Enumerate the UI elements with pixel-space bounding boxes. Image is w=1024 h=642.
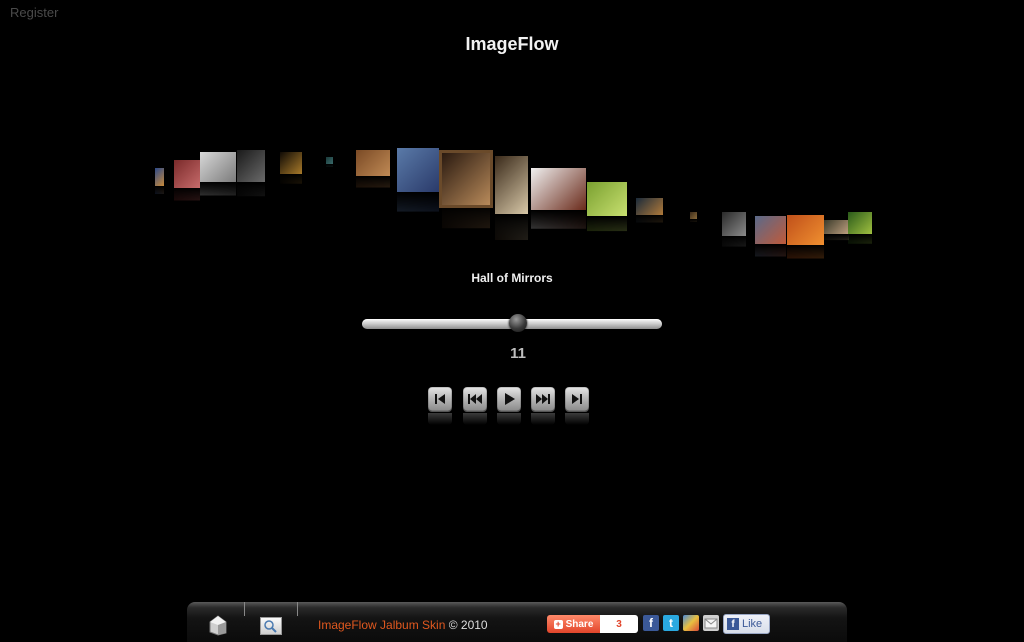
fast-forward-icon <box>536 394 550 404</box>
like-label: Like <box>742 618 763 630</box>
share-label: Share <box>565 618 594 630</box>
facebook-like-button[interactable]: f Like <box>723 614 770 634</box>
thumbnail[interactable] <box>824 220 849 241</box>
thumbnail[interactable] <box>326 157 333 168</box>
next-button[interactable] <box>531 387 555 411</box>
bookmark-icon[interactable] <box>683 615 699 631</box>
page-title: ImageFlow <box>465 34 559 54</box>
thumbnail-reflection <box>200 182 236 196</box>
thumbnail-reflection <box>174 188 200 201</box>
thumbnail-reflection <box>690 219 697 223</box>
play-icon <box>505 393 515 405</box>
credit-link[interactable]: ImageFlow Jalbum Skin <box>318 618 445 632</box>
play-button[interactable] <box>497 387 521 411</box>
thumbnail[interactable] <box>155 168 164 195</box>
thumbnail[interactable] <box>174 160 200 201</box>
email-icon[interactable] <box>703 615 719 631</box>
thumbnail-reflection <box>326 164 333 168</box>
thumbnail[interactable] <box>722 212 746 247</box>
credit-copyright: © 2010 <box>445 618 488 632</box>
rewind-icon <box>468 394 482 404</box>
thumbnail[interactable] <box>237 150 265 197</box>
thumbnail[interactable] <box>495 156 528 241</box>
button-reflection <box>565 413 589 425</box>
facebook-logo-icon: f <box>727 618 739 630</box>
thumbnail-reflection <box>722 236 746 247</box>
thumbnail[interactable] <box>636 198 663 223</box>
skip-first-icon <box>435 394 445 404</box>
share-count: 3 <box>600 615 638 633</box>
thumbnail-reflection <box>155 186 164 195</box>
thumbnail-reflection <box>787 245 824 259</box>
skip-last-icon <box>572 394 582 404</box>
image-counter: 11 <box>510 345 526 362</box>
register-link[interactable]: Register <box>10 5 58 20</box>
magnifier-icon <box>264 620 277 633</box>
footer-divider <box>297 602 298 616</box>
thumbnail-reflection <box>636 215 663 223</box>
button-reflection <box>428 413 452 425</box>
thumbnail[interactable] <box>755 216 786 257</box>
playback-controls <box>428 387 598 437</box>
image-flow-carousel[interactable] <box>0 140 1024 260</box>
plus-icon: + <box>553 618 563 629</box>
thumbnail[interactable] <box>531 168 586 229</box>
facebook-icon[interactable]: f <box>643 615 659 631</box>
image-caption: Hall of Mirrors <box>471 271 553 285</box>
previous-button[interactable] <box>463 387 487 411</box>
home-icon[interactable] <box>208 614 228 636</box>
thumbnail-reflection <box>824 234 849 241</box>
button-reflection <box>531 413 555 425</box>
thumbnail[interactable] <box>787 215 824 259</box>
thumbnail-reflection <box>531 210 586 229</box>
thumbnail[interactable] <box>280 152 302 184</box>
button-reflection <box>463 413 487 425</box>
share-widget[interactable]: + Share 3 <box>547 615 638 633</box>
thumbnail-reflection <box>356 176 390 188</box>
envelope-icon <box>704 618 718 629</box>
thumbnail[interactable] <box>439 150 493 229</box>
thumbnail-reflection <box>280 174 302 184</box>
share-button[interactable]: + Share <box>547 615 600 633</box>
last-button[interactable] <box>565 387 589 411</box>
thumbnail-reflection <box>848 234 872 244</box>
button-reflection <box>497 413 521 425</box>
page: Register ImageFlow Hall of Mirrors 11 Im… <box>0 0 1024 642</box>
thumbnail-reflection <box>755 244 786 257</box>
thumbnail[interactable] <box>200 152 236 196</box>
footer-credit: ImageFlow Jalbum Skin © 2010 <box>318 618 488 632</box>
thumbnail[interactable] <box>848 212 872 244</box>
twitter-icon[interactable]: t <box>663 615 679 631</box>
thumbnail-reflection <box>587 216 627 232</box>
thumbnail-reflection <box>495 214 528 241</box>
thumbnail-reflection <box>442 205 490 229</box>
thumbnail-reflection <box>397 192 439 212</box>
thumbnail[interactable] <box>356 150 390 188</box>
thumbnail[interactable] <box>587 182 627 232</box>
thumbnail[interactable] <box>690 212 697 223</box>
search-button[interactable] <box>260 617 282 635</box>
first-button[interactable] <box>428 387 452 411</box>
thumbnail[interactable] <box>397 148 439 212</box>
footer-divider <box>244 602 245 616</box>
thumbnail-reflection <box>237 182 265 197</box>
image-slider-handle[interactable] <box>509 314 527 332</box>
